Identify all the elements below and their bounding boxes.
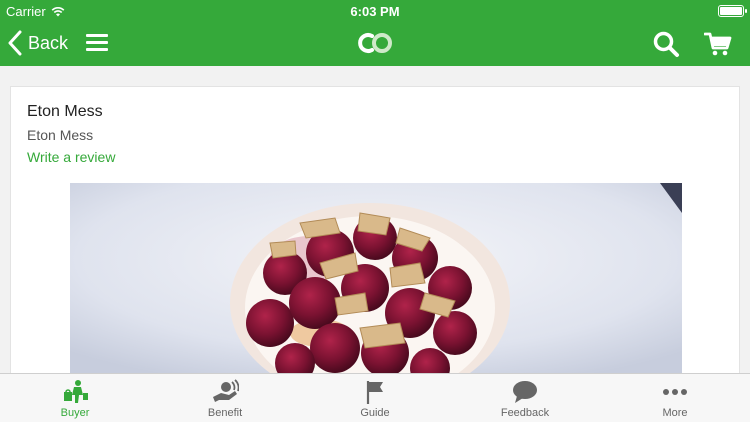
top-bar: Carrier 6:03 PM Back (0, 0, 750, 66)
status-time: 6:03 PM (350, 4, 400, 19)
product-subtitle: Eton Mess (27, 127, 94, 143)
flag-icon (366, 381, 383, 404)
tab-label-more: More (662, 407, 688, 419)
tab-label-feedback: Feedback (500, 407, 550, 419)
hamburger-menu-icon[interactable] (86, 33, 108, 51)
chat-bubble-icon (513, 381, 537, 403)
tab-benefit[interactable]: Benefit (150, 374, 300, 422)
battery-icon (718, 5, 747, 17)
write-review-link[interactable]: Write a review (27, 149, 115, 165)
product-photo[interactable] (70, 183, 682, 373)
cart-icon[interactable] (704, 30, 732, 58)
tab-guide[interactable]: Guide (300, 374, 450, 422)
status-bar: Carrier 6:03 PM (0, 0, 750, 22)
product-image-area (10, 183, 740, 373)
product-header-card: Eton Mess Eton Mess Write a review (10, 86, 740, 184)
tab-label-guide: Guide (360, 407, 390, 419)
tab-more[interactable]: More (600, 374, 750, 422)
chevron-left-icon (8, 30, 22, 56)
more-dots-icon (663, 389, 687, 395)
back-button[interactable]: Back (8, 28, 68, 58)
tab-buyer[interactable]: Buyer (0, 374, 150, 422)
tab-feedback[interactable]: Feedback (450, 374, 600, 422)
search-icon[interactable] (652, 30, 680, 58)
buyer-icon (64, 380, 88, 403)
tab-label-benefit: Benefit (207, 407, 243, 419)
navigation-bar: Back (0, 22, 750, 66)
product-title: Eton Mess (27, 103, 103, 120)
benefit-icon (213, 379, 239, 402)
bottom-tab-bar: Buyer Benefit Guide Feedback More (0, 373, 750, 422)
app-logo (358, 33, 392, 53)
back-label: Back (28, 32, 69, 53)
tab-label-buyer: Buyer (60, 407, 90, 419)
